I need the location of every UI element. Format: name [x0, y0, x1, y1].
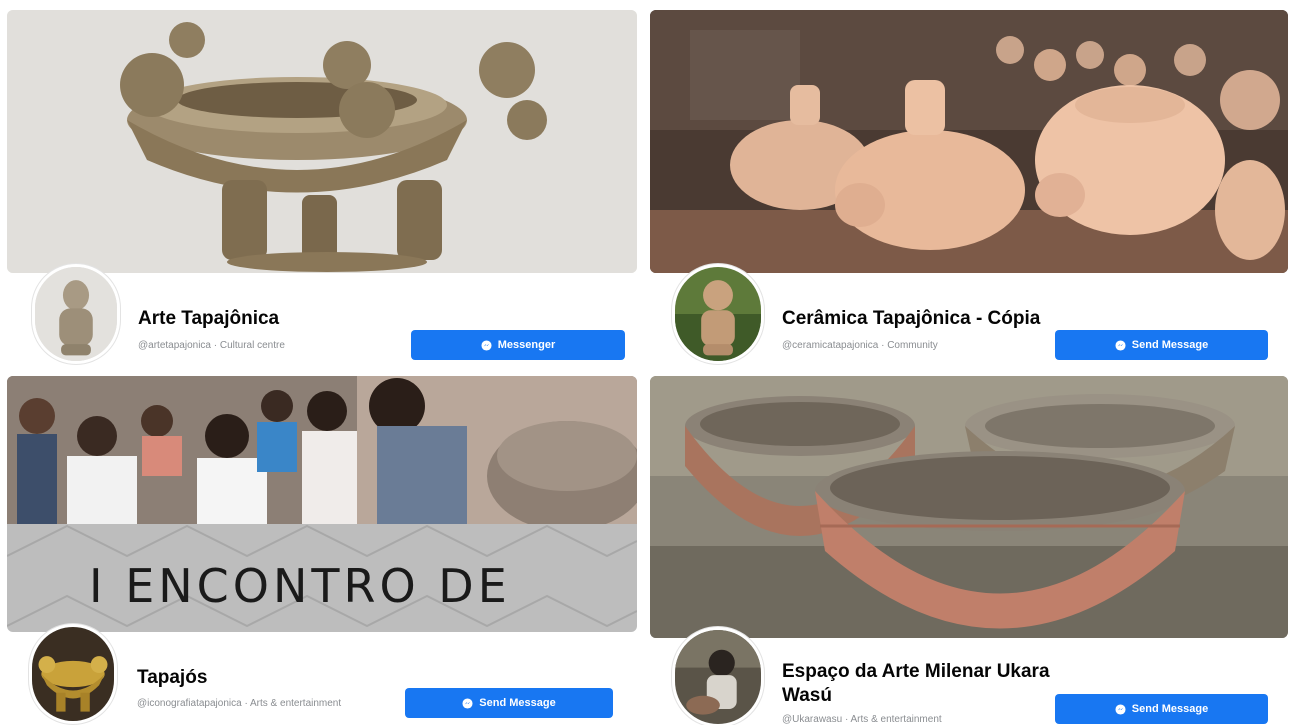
cover-photo[interactable]: [650, 376, 1288, 638]
page-avatar[interactable]: [672, 264, 764, 364]
send-message-button-label: Send Message: [479, 697, 556, 709]
page-name[interactable]: Arte Tapajônica: [138, 307, 279, 331]
page-handle-category: @ceramicatapajonica · Community: [782, 340, 938, 351]
artisan-photo: [675, 630, 761, 724]
send-message-button-label: Send Message: [1131, 703, 1209, 715]
page-card-arte-tapajonica: Arte Tapajônica @artetapajonica · Cultur…: [7, 10, 637, 370]
cover-banner-text: I ENCONTRO DE: [89, 559, 511, 613]
golden-bowl-image: [32, 627, 114, 721]
page-handle-category: @artetapajonica · Cultural centre: [138, 340, 285, 351]
clay-bowls-image: [650, 376, 1288, 638]
page-name[interactable]: Tapajós: [137, 666, 207, 690]
messenger-icon: [462, 697, 473, 709]
page-card-ceramica-tapajonica: Cerâmica Tapajônica - Cópia @ceramicatap…: [650, 10, 1290, 370]
ceramic-pots-image: [650, 10, 1288, 273]
messenger-button[interactable]: Messenger: [411, 330, 625, 360]
page-name[interactable]: Cerâmica Tapajônica - Cópia: [782, 307, 1040, 331]
page-handle-category: @Ukarawasu · Arts & entertainment: [782, 714, 942, 725]
page-name[interactable]: Espaço da Arte Milenar Ukara Wasú: [782, 660, 1062, 708]
send-message-button[interactable]: Send Message: [405, 688, 613, 718]
page-card-tapajos: I ENCONTRO DE Tapajós @iconografiatapajo…: [7, 376, 637, 725]
messenger-icon: [1115, 339, 1126, 351]
page-avatar[interactable]: [29, 624, 117, 724]
page-card-ukara-wasu: Espaço da Arte Milenar Ukara Wasú @Ukara…: [650, 376, 1290, 725]
ceramic-bowl-image: [7, 10, 637, 273]
cover-photo[interactable]: [7, 10, 637, 273]
page-avatar[interactable]: [32, 264, 120, 364]
workshop-banner-image: I ENCONTRO DE: [7, 376, 637, 632]
cover-photo[interactable]: I ENCONTRO DE: [7, 376, 637, 632]
messenger-icon: [1115, 703, 1126, 715]
page-avatar[interactable]: [672, 627, 764, 725]
send-message-button-label: Send Message: [1131, 339, 1209, 351]
send-message-button[interactable]: Send Message: [1055, 694, 1268, 724]
page-handle-category: @iconografiatapajonica · Arts & entertai…: [137, 698, 342, 709]
cover-photo[interactable]: [650, 10, 1288, 273]
figurine-image: [35, 267, 117, 361]
send-message-button[interactable]: Send Message: [1055, 330, 1268, 360]
messenger-button-label: Messenger: [497, 339, 556, 351]
messenger-icon: [481, 339, 492, 351]
figurine-image: [675, 267, 761, 361]
